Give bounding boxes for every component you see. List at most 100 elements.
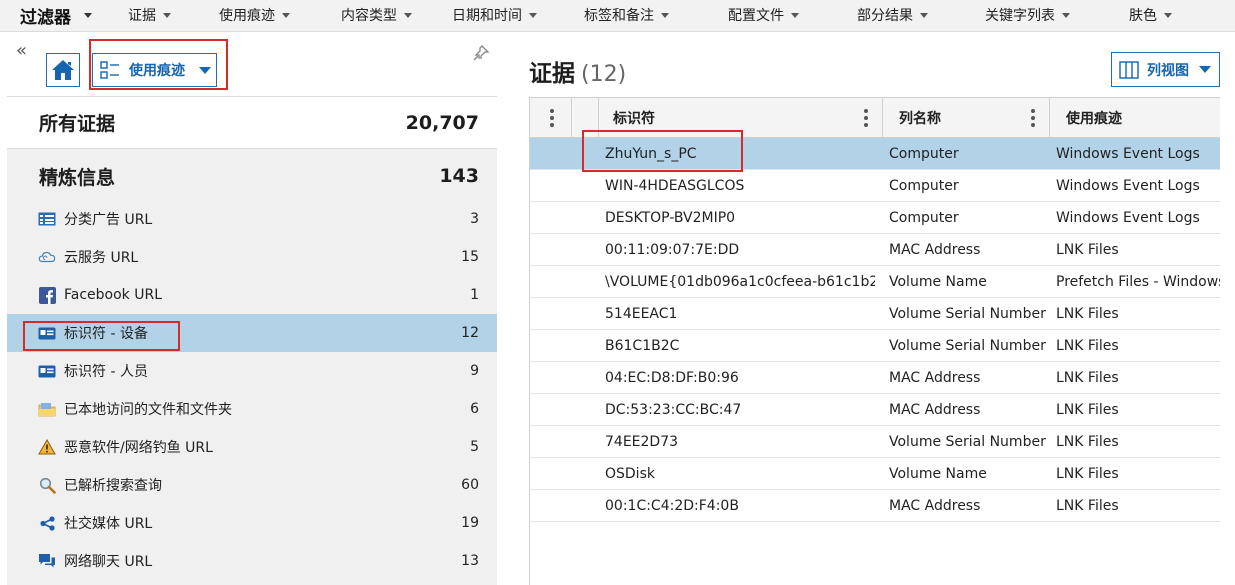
evidence-title-label: 证据 (529, 61, 575, 87)
table-row[interactable]: 00:11:09:07:7E:DD MAC Address LNK Files (530, 234, 1220, 266)
identifier-cell: B61C1B2C (605, 338, 680, 354)
tree-list-icon (100, 61, 119, 79)
category-count: 60 (461, 477, 479, 493)
category-label: 已本地访问的文件和文件夹 (64, 402, 232, 418)
table-row[interactable]: 74EE2D73 Volume Serial Number LNK Files (530, 426, 1220, 458)
facebook-icon (38, 286, 56, 304)
menu-partial-results[interactable]: 部分结果 (857, 0, 928, 30)
chevron-down-icon (1062, 12, 1070, 18)
menu-content-types[interactable]: 内容类型 (341, 0, 412, 30)
category-label: 恶意软件/网络钓鱼 URL (64, 440, 213, 456)
menu-date-time[interactable]: 日期和时间 (452, 0, 537, 30)
identifier-cell: OSDisk (605, 466, 655, 482)
refined-results-count: 143 (439, 165, 479, 187)
column-name-cell: Volume Serial Number (889, 306, 1046, 322)
identifier-cell: 00:1C:C4:2D:F4:0B (605, 498, 739, 514)
category-list: 所有证据 20,707 精炼信息 143 分类广告 URL 3 云服务 URL … (7, 96, 497, 585)
collapse-pane-icon[interactable]: « (16, 42, 27, 60)
category-classified-ads-url[interactable]: 分类广告 URL 3 (7, 200, 497, 238)
table-row[interactable]: DESKTOP-BV2MIP0 Computer Windows Event Log… (530, 202, 1220, 234)
column-view-dropdown-label: 列视图 (1147, 62, 1189, 79)
chevron-down-icon (529, 12, 537, 18)
identifier-cell: DC:53:23:CC:BC:47 (605, 402, 742, 418)
column-menu-icon[interactable] (1031, 109, 1035, 127)
menu-skin-tone[interactable]: 肤色 (1129, 0, 1172, 30)
home-icon (52, 60, 74, 80)
table-row[interactable]: 04:EC:D8:DF:B0:96 MAC Address LNK Files (530, 362, 1220, 394)
identifier-cell: 74EE2D73 (605, 434, 679, 450)
menu-profiles-label: 配置文件 (728, 8, 784, 24)
cloud-icon (38, 249, 56, 265)
menu-tags-comments[interactable]: 标签和备注 (584, 0, 669, 30)
category-parsed-search-queries[interactable]: 已解析搜索查询 60 (7, 466, 497, 504)
column-menu-icon[interactable] (864, 109, 868, 127)
column-header-artifact[interactable]: 使用痕迹 (1050, 98, 1220, 137)
menu-filters[interactable]: 过滤器 (20, 0, 92, 30)
row-options-header[interactable] (530, 98, 572, 137)
category-label: 标识符 - 人员 (64, 364, 148, 380)
table-row[interactable]: \VOLUME{01db096a1c0cfeea-b61c1b2c} Volume… (530, 266, 1220, 298)
navigation-pane: « 使用痕迹 所有证据 20,707 精炼信息 143 分类广告 URL 3 云… (0, 32, 505, 585)
all-evidence-label: 所有证据 (39, 113, 116, 135)
id-card-icon (38, 325, 56, 341)
artifacts-view-dropdown[interactable]: 使用痕迹 (92, 53, 217, 87)
column-view-dropdown[interactable]: 列视图 (1111, 52, 1220, 87)
column-header-identifier[interactable]: 标识符 (599, 98, 883, 137)
chevron-down-icon (661, 12, 669, 18)
menu-evidence-label: 证据 (128, 8, 156, 24)
identifier-cell: 04:EC:D8:DF:B0:96 (605, 370, 739, 386)
identifier-cell: WIN-4HDEASGLCOS (605, 178, 745, 194)
column-name-cell: Computer (889, 178, 959, 194)
refined-results-label: 精炼信息 (39, 166, 116, 189)
category-local-files-folders[interactable]: 已本地访问的文件和文件夹 6 (7, 390, 497, 428)
chat-icon (38, 553, 56, 569)
category-count: 3 (470, 211, 479, 227)
category-malware-phishing-url[interactable]: 恶意软件/网络钓鱼 URL 5 (7, 428, 497, 466)
category-web-chat-url[interactable]: 网络聊天 URL 13 (7, 542, 497, 580)
category-facebook-url[interactable]: Facebook URL 1 (7, 276, 497, 314)
column-header-column-name[interactable]: 列名称 (883, 98, 1050, 137)
artifact-cell: LNK Files (1056, 242, 1119, 258)
column-name-cell: Volume Serial Number (889, 434, 1046, 450)
artifact-cell: LNK Files (1056, 370, 1119, 386)
artifact-cell: LNK Files (1056, 498, 1119, 514)
evidence-pane: 证据 (12) 列视图 标识符 列名称 使用痕迹 ZhuYun_s_PC Com… (505, 32, 1235, 585)
column-name-cell: MAC Address (889, 242, 981, 258)
artifact-cell: LNK Files (1056, 466, 1119, 482)
table-row[interactable]: 00:1C:C4:2D:F4:0B MAC Address LNK Files (530, 490, 1220, 522)
category-label: 已解析搜索查询 (64, 478, 162, 494)
category-identifiers-person[interactable]: 标识符 - 人员 9 (7, 352, 497, 390)
category-social-media-url[interactable]: 社交媒体 URL 19 (7, 504, 497, 542)
menu-profiles[interactable]: 配置文件 (728, 0, 799, 30)
menu-artifacts-label: 使用痕迹 (219, 8, 275, 24)
menu-keyword-lists[interactable]: 关键字列表 (985, 0, 1070, 30)
category-label: 分类广告 URL (64, 212, 153, 228)
home-button[interactable] (46, 53, 80, 87)
all-evidence-count: 20,707 (405, 111, 479, 134)
menu-keyword-lists-label: 关键字列表 (985, 8, 1055, 24)
table-row[interactable]: ZhuYun_s_PC Computer Windows Event Logs (530, 138, 1220, 170)
evidence-table: 标识符 列名称 使用痕迹 ZhuYun_s_PC Computer Windows … (529, 97, 1220, 585)
identifier-cell: \VOLUME{01db096a1c0cfeea-b61c1b2c} (605, 274, 875, 290)
table-row[interactable]: DC:53:23:CC:BC:47 MAC Address LNK Files (530, 394, 1220, 426)
artifact-cell: Windows Event Logs (1056, 178, 1200, 194)
all-evidence-item[interactable]: 所有证据 20,707 (7, 97, 497, 149)
pin-icon[interactable] (472, 44, 490, 62)
identifier-cell: DESKTOP-BV2MIP0 (605, 210, 736, 226)
category-cloud-services-url[interactable]: 云服务 URL 15 (7, 238, 497, 276)
menu-partial-results-label: 部分结果 (857, 8, 913, 24)
chevron-down-icon (282, 12, 290, 18)
refined-results-item[interactable]: 精炼信息 143 (7, 150, 497, 202)
share-icon (38, 515, 56, 531)
column-name-cell: MAC Address (889, 370, 981, 386)
table-row[interactable]: 514EEAC1 Volume Serial Number LNK Files (530, 298, 1220, 330)
menu-evidence[interactable]: 证据 (128, 0, 171, 30)
menu-artifacts[interactable]: 使用痕迹 (219, 0, 290, 30)
category-count: 9 (470, 363, 479, 379)
table-row[interactable]: WIN-4HDEASGLCOS Computer Windows Event Log… (530, 170, 1220, 202)
table-row[interactable]: B61C1B2C Volume Serial Number LNK Files (530, 330, 1220, 362)
more-options-icon[interactable] (550, 109, 554, 127)
table-row[interactable]: OSDisk Volume Name LNK Files (530, 458, 1220, 490)
category-identifiers-device[interactable]: 标识符 - 设备 12 (7, 314, 497, 352)
selection-column-header[interactable] (572, 98, 599, 137)
